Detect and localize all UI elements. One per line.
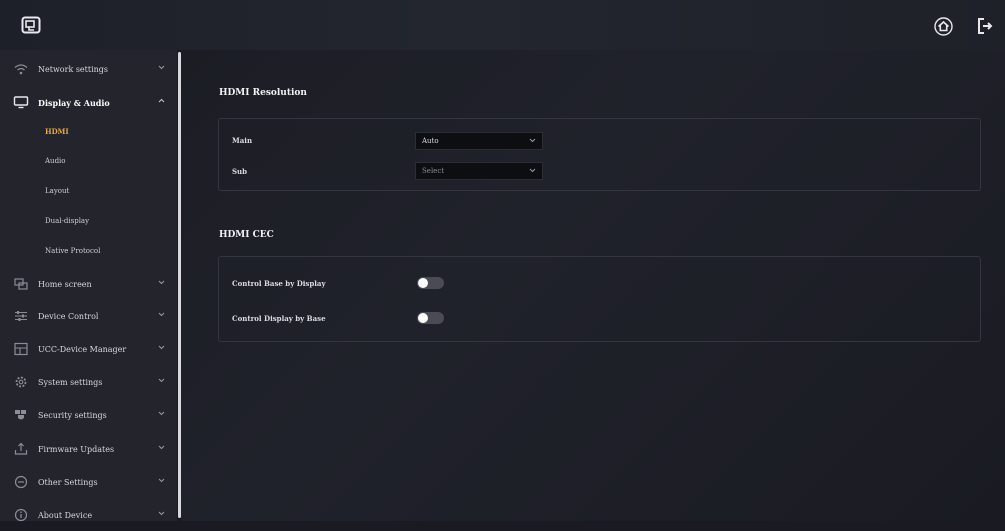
sidebar-subitem-label: Native Protocol <box>45 247 101 255</box>
wifi-icon <box>14 64 28 75</box>
sub-resolution-label: Sub <box>232 167 248 176</box>
chevron-down-icon <box>158 280 165 285</box>
sidebar-item-ucc-device-manager[interactable]: UCC-Device Manager <box>0 334 177 365</box>
sidebar-subitem-dual-display[interactable]: Dual-display <box>0 208 177 237</box>
sidebar-item-other-settings[interactable]: Other Settings <box>0 467 177 498</box>
top-bar <box>0 0 1005 50</box>
sidebar-item-label: Network settings <box>38 65 109 74</box>
home-icon[interactable] <box>933 16 953 36</box>
device-manager-icon <box>14 342 28 356</box>
chevron-down-icon <box>158 445 165 450</box>
chevron-up-icon <box>158 98 165 103</box>
sidebar-item-label: System settings <box>38 378 103 387</box>
sidebar-item-label: Security settings <box>38 411 107 420</box>
chevron-down-icon <box>529 138 536 143</box>
sidebar-item-display-audio[interactable]: Display & Audio <box>0 87 177 118</box>
chevron-down-icon <box>158 511 165 516</box>
sidebar-item-label: Device Control <box>38 312 99 321</box>
sub-resolution-value: Select <box>422 167 445 175</box>
control-display-by-base-toggle[interactable] <box>417 312 444 324</box>
sidebar-subitem-label: Audio <box>45 157 66 165</box>
screen-share-icon[interactable] <box>20 15 42 35</box>
sidebar-subitem-label: Layout <box>45 187 70 195</box>
monitor-icon <box>13 96 29 109</box>
hdmi-resolution-panel: Main Auto Sub Select <box>218 118 981 191</box>
control-base-by-display-toggle[interactable] <box>417 277 444 289</box>
sidebar-subitem-native-protocol[interactable]: Native Protocol <box>0 238 177 267</box>
sliders-icon <box>15 311 27 321</box>
sidebar-item-home-screen[interactable]: Home screen <box>0 269 177 300</box>
sidebar-subitem-audio[interactable]: Audio <box>0 148 177 177</box>
home-screen-icon <box>14 278 28 290</box>
hdmi-cec-title: HDMI CEC <box>219 230 274 240</box>
chevron-down-icon <box>158 65 165 70</box>
chevron-down-icon <box>529 168 536 173</box>
sidebar-subitem-label: HDMI <box>45 127 69 136</box>
chevron-down-icon <box>158 378 165 383</box>
logout-icon[interactable] <box>976 17 994 35</box>
sub-resolution-select[interactable]: Select <box>415 162 543 180</box>
shield-icon <box>15 410 26 420</box>
chevron-down-icon <box>158 312 165 317</box>
sidebar-item-label: Firmware Updates <box>38 445 115 454</box>
sidebar-subitem-layout[interactable]: Layout <box>0 178 177 207</box>
main-resolution-label: Main <box>232 136 253 145</box>
sidebar-item-network-settings[interactable]: Network settings <box>0 54 177 85</box>
sidebar-subitem-hdmi[interactable]: HDMI <box>0 118 177 147</box>
sidebar-item-label: Other Settings <box>38 478 98 487</box>
sidebar-item-label: About Device <box>38 511 93 520</box>
hdmi-resolution-title: HDMI Resolution <box>219 88 307 98</box>
sidebar-item-firmware-updates[interactable]: Firmware Updates <box>0 434 177 465</box>
chevron-down-icon <box>158 411 165 416</box>
chevron-down-icon <box>158 345 165 350</box>
sidebar: Network settings Display & Audio HDMI Au… <box>0 50 177 522</box>
sidebar-item-security-settings[interactable]: Security settings <box>0 400 177 431</box>
main-resolution-select[interactable]: Auto <box>415 132 543 150</box>
sidebar-item-device-control[interactable]: Device Control <box>0 301 177 332</box>
upload-icon <box>14 442 28 455</box>
gear-icon <box>15 376 27 388</box>
sidebar-item-label: Home screen <box>38 280 92 289</box>
chevron-down-icon <box>158 478 165 483</box>
sidebar-item-label: Display & Audio <box>38 97 110 108</box>
sidebar-item-label: UCC-Device Manager <box>38 345 127 354</box>
hdmi-cec-panel: Control Base by Display Control Display … <box>218 256 981 342</box>
cec-row-label: Control Display by Base <box>232 314 326 323</box>
cec-row-label: Control Base by Display <box>232 279 326 288</box>
toggle-knob <box>418 278 428 288</box>
sidebar-item-system-settings[interactable]: System settings <box>0 367 177 398</box>
sidebar-item-about-device[interactable]: About Device <box>0 500 177 531</box>
toggle-knob <box>418 313 428 323</box>
main-resolution-value: Auto <box>422 137 439 145</box>
sidebar-subitem-label: Dual-display <box>45 217 90 225</box>
main-content: HDMI Resolution Main Auto Sub Select HDM… <box>181 50 1005 521</box>
info-icon <box>14 508 28 522</box>
more-icon <box>14 475 28 489</box>
